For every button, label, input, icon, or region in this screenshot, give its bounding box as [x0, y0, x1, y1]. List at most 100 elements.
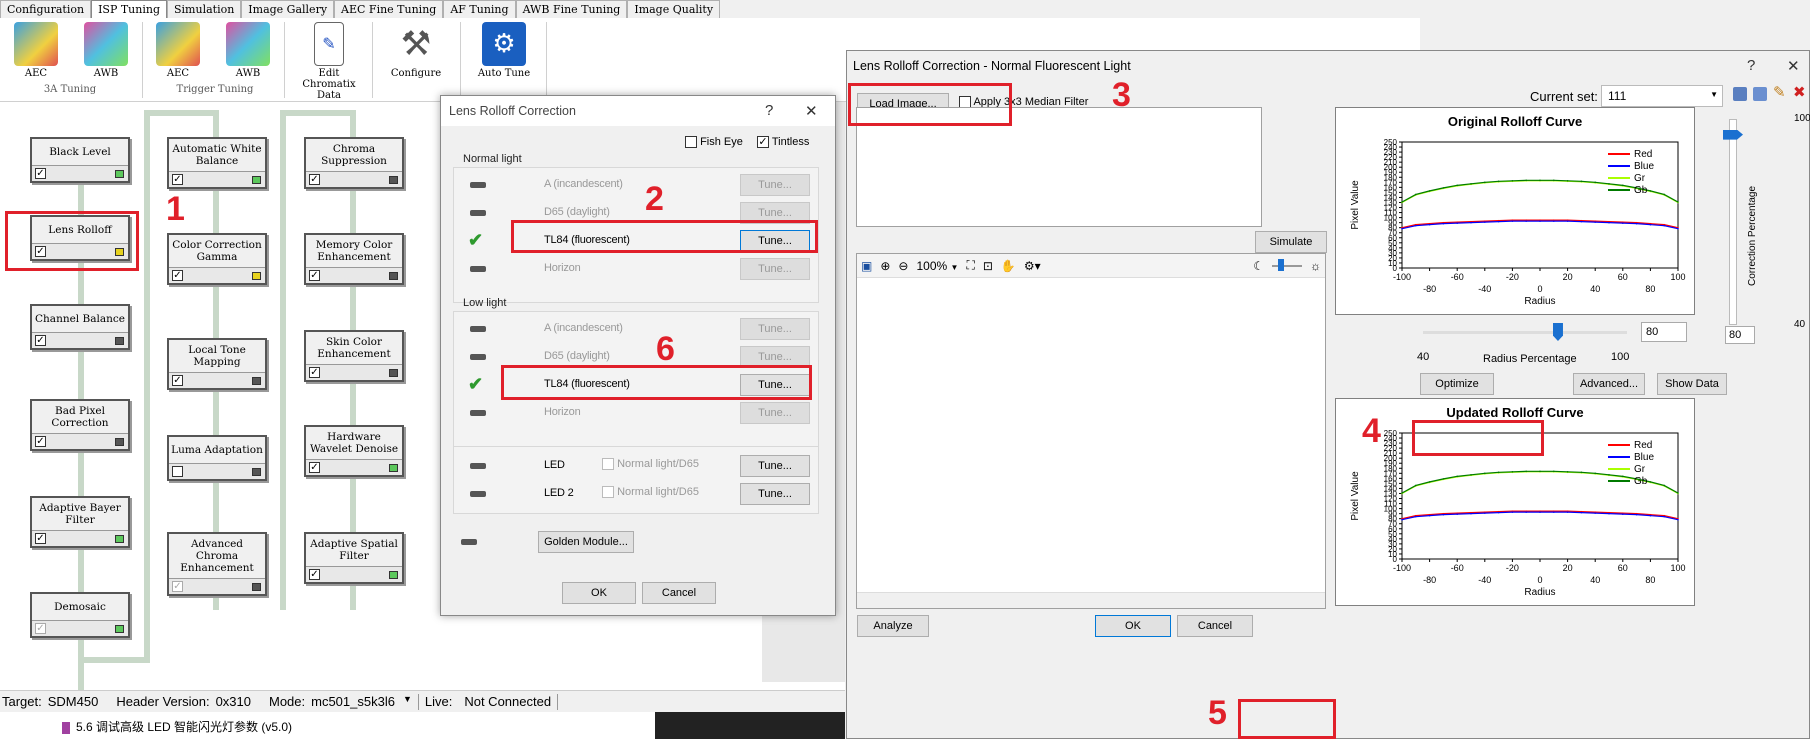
optimize-button[interactable]: Optimize [1420, 373, 1494, 395]
tab-image-quality[interactable]: Image Quality [627, 0, 721, 18]
block-black-level[interactable]: Black Level ✓ [30, 137, 130, 183]
x-tick-label: 100 [1670, 563, 1685, 573]
block-memory-color-enhancement[interactable]: Memory Color Enhancement ✓ [304, 233, 404, 285]
cancel-button[interactable]: Cancel [642, 582, 716, 604]
tune-button-tl84-normal[interactable]: Tune... [740, 230, 810, 252]
aec-button[interactable]: AEC [8, 22, 64, 79]
block-color-correction-gamma[interactable]: Color Correction Gamma ✓ [167, 233, 267, 285]
tab-aec-fine-tuning[interactable]: AEC Fine Tuning [334, 0, 444, 18]
block-hardware-wavelet-denoise[interactable]: Hardware Wavelet Denoise ✓ [304, 425, 404, 477]
zoom-in-icon[interactable]: ⊕ [880, 259, 890, 273]
enable-checkbox[interactable]: ✓ [309, 270, 320, 281]
enable-checkbox[interactable]: ✓ [35, 623, 46, 634]
aec-trigger-button[interactable]: AEC [150, 22, 206, 79]
enable-checkbox[interactable]: ✓ [172, 174, 183, 185]
tune-button[interactable]: Tune... [740, 402, 810, 424]
save-icon[interactable] [1733, 87, 1747, 101]
save-icon[interactable]: ▣ [861, 259, 872, 273]
tune-button[interactable]: Tune... [740, 174, 810, 196]
correction-slider-thumb[interactable] [1723, 129, 1743, 140]
simulate-button[interactable]: Simulate [1255, 231, 1327, 253]
block-bad-pixel-correction[interactable]: Bad Pixel Correction ✓ [30, 399, 130, 451]
block-skin-color-enhancement[interactable]: Skin Color Enhancement ✓ [304, 330, 404, 382]
tab-simulation[interactable]: Simulation [167, 0, 242, 18]
edit-chromatix-button[interactable]: ✎ Edit Chromatix Data [294, 22, 364, 101]
enable-checkbox[interactable]: ✓ [172, 375, 183, 386]
enable-checkbox[interactable] [172, 466, 183, 477]
block-local-tone-mapping[interactable]: Local Tone Mapping ✓ [167, 338, 267, 390]
awb-button[interactable]: AWB [78, 22, 134, 79]
tune-button-led2[interactable]: Tune... [740, 483, 810, 505]
current-set-select[interactable]: 111 ▼ [1601, 85, 1723, 107]
ok-button[interactable]: OK [1095, 615, 1171, 637]
block-automatic-white-balance[interactable]: Automatic White Balance ✓ [167, 137, 267, 189]
tune-button[interactable]: Tune... [740, 318, 810, 340]
normal-row-tl84: ✔ TL84 (fluorescent) Tune... [462, 230, 812, 254]
radius-slider-track[interactable] [1423, 331, 1627, 334]
block-advanced-chroma-enhancement[interactable]: Advanced Chroma Enhancement ✓ [167, 532, 267, 596]
block-channel-balance[interactable]: Channel Balance ✓ [30, 304, 130, 350]
help-icon[interactable]: ? [1747, 57, 1755, 74]
tintless-checkbox[interactable]: ✓ Tintless [757, 136, 809, 149]
close-icon[interactable]: ✕ [1787, 57, 1800, 75]
tab-isp-tuning[interactable]: ISP Tuning [91, 0, 167, 18]
enable-checkbox[interactable]: ✓ [35, 168, 46, 179]
correction-slider-track[interactable] [1729, 119, 1737, 325]
radius-slider-thumb[interactable] [1552, 323, 1563, 341]
block-demosaic[interactable]: Demosaic ✓ [30, 592, 130, 638]
close-icon[interactable]: ✕ [805, 102, 818, 120]
block-chroma-suppression[interactable]: Chroma Suppression ✓ [304, 137, 404, 189]
tune-button[interactable]: Tune... [740, 202, 810, 224]
brightness-slider[interactable] [1272, 258, 1302, 271]
block-adaptive-spatial-filter[interactable]: Adaptive Spatial Filter ✓ [304, 532, 404, 584]
led2-option[interactable]: Normal light/D65 [602, 486, 699, 499]
mode-select[interactable]: mc501_s5k3l6 ▼ [311, 694, 412, 709]
awb-trigger-button[interactable]: AWB [220, 22, 276, 79]
data-point [1539, 470, 1541, 473]
led-option[interactable]: Normal light/D65 [602, 458, 699, 471]
enable-checkbox[interactable]: ✓ [172, 581, 183, 592]
tune-button-led[interactable]: Tune... [740, 455, 810, 477]
block-luma-adaptation[interactable]: Luma Adaptation [167, 435, 267, 481]
actual-size-icon[interactable]: ⊡ [983, 259, 993, 273]
tab-af-tuning[interactable]: AF Tuning [443, 0, 516, 18]
enable-checkbox[interactable]: ✓ [309, 462, 320, 473]
edit-icon[interactable]: ✎ [1773, 83, 1786, 101]
auto-tune-button[interactable]: ⚙ Auto Tune [470, 22, 538, 79]
cancel-button[interactable]: Cancel [1177, 615, 1253, 637]
pan-hand-icon[interactable]: ✋ [1001, 259, 1016, 273]
enable-checkbox[interactable]: ✓ [309, 174, 320, 185]
enable-checkbox[interactable]: ✓ [35, 246, 46, 257]
block-adaptive-bayer-filter[interactable]: Adaptive Bayer Filter ✓ [30, 496, 130, 548]
analyze-button[interactable]: Analyze [857, 615, 929, 637]
block-lens-rolloff[interactable]: Lens Rolloff ✓ [30, 215, 130, 261]
fit-icon[interactable]: ⛶ [966, 258, 974, 273]
enable-checkbox[interactable]: ✓ [309, 367, 320, 378]
zoom-select[interactable]: 100% ▼ [916, 259, 958, 273]
tab-configuration[interactable]: Configuration [0, 0, 92, 18]
tune-button[interactable]: Tune... [740, 346, 810, 368]
fish-eye-checkbox[interactable]: Fish Eye [685, 136, 743, 149]
horizontal-scrollbar[interactable] [857, 592, 1325, 608]
configure-button[interactable]: ⚒ Configure [384, 22, 448, 79]
enable-checkbox[interactable]: ✓ [35, 335, 46, 346]
radius-value-input[interactable]: 80 [1641, 322, 1687, 342]
enable-checkbox[interactable]: ✓ [172, 270, 183, 281]
delete-icon[interactable]: ✖ [1793, 83, 1806, 101]
advanced-button[interactable]: Advanced... [1573, 373, 1645, 395]
enable-checkbox[interactable]: ✓ [35, 533, 46, 544]
settings-icon[interactable]: ⚙▾ [1024, 259, 1041, 273]
tab-image-gallery[interactable]: Image Gallery [241, 0, 335, 18]
save-as-icon[interactable] [1753, 87, 1767, 101]
enable-checkbox[interactable]: ✓ [35, 436, 46, 447]
correction-value-input[interactable]: 80 [1725, 326, 1755, 344]
golden-module-button[interactable]: Golden Module... [538, 531, 634, 553]
tab-awb-fine-tuning[interactable]: AWB Fine Tuning [515, 0, 628, 18]
help-icon[interactable]: ? [765, 102, 773, 119]
tune-button[interactable]: Tune... [740, 258, 810, 280]
zoom-out-icon[interactable]: ⊖ [898, 259, 908, 273]
tune-button-tl84-low[interactable]: Tune... [740, 374, 810, 396]
enable-checkbox[interactable]: ✓ [309, 569, 320, 580]
show-data-button[interactable]: Show Data [1657, 373, 1727, 395]
ok-button[interactable]: OK [562, 582, 636, 604]
